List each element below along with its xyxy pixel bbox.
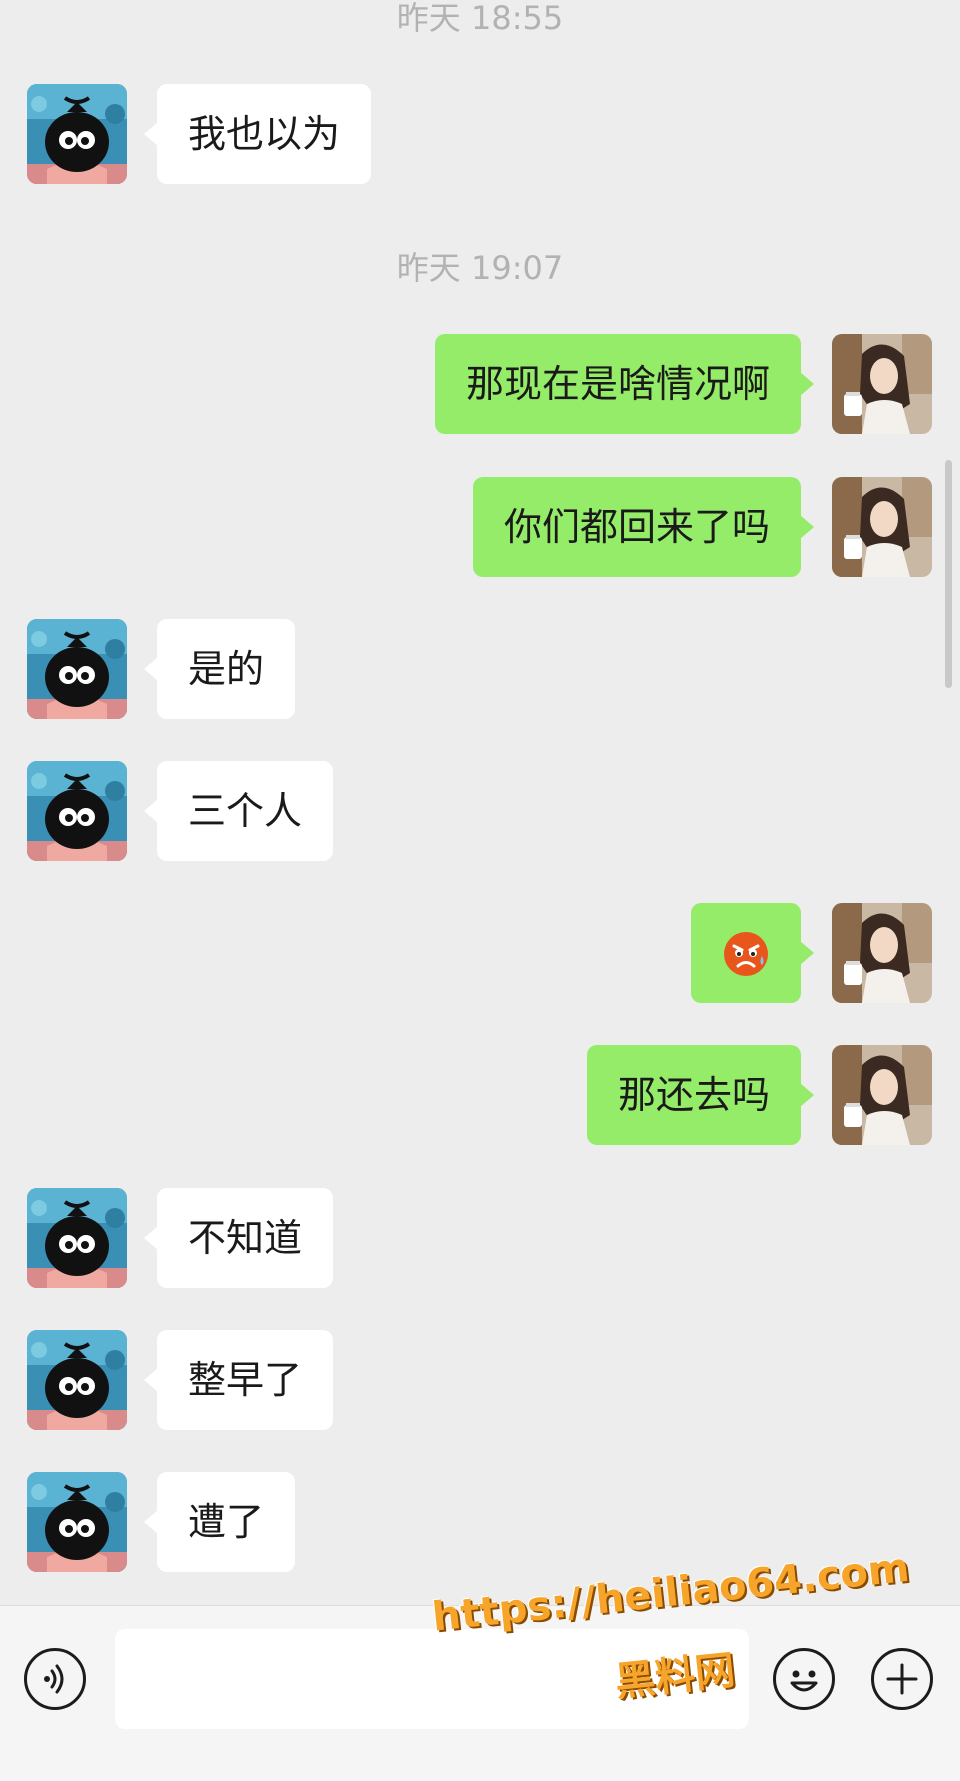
message-bubble-sent[interactable]: 那现在是啥情况啊	[434, 334, 815, 434]
timestamp: 昨天 19:07	[396, 249, 564, 287]
contact-avatar[interactable]	[27, 619, 127, 719]
contact-avatar[interactable]	[27, 1472, 127, 1572]
my-avatar[interactable]	[832, 477, 932, 577]
timestamp: 昨天 18:55	[396, 0, 564, 37]
scrollbar[interactable]	[945, 460, 952, 688]
contact-avatar[interactable]	[27, 1330, 127, 1430]
message-bubble-sent[interactable]: 那还去吗	[586, 1045, 815, 1145]
plus-icon[interactable]	[871, 1648, 933, 1710]
emoji-icon[interactable]	[773, 1648, 835, 1710]
my-avatar[interactable]	[832, 334, 932, 434]
my-avatar[interactable]	[832, 1045, 932, 1145]
message-bubble-sent-emoji[interactable]	[691, 903, 814, 1003]
message-bubble-received[interactable]: 三个人	[143, 761, 334, 861]
message-bubble-received[interactable]: 整早了	[143, 1330, 334, 1430]
message-bubble-received[interactable]: 是的	[143, 619, 296, 719]
message-bubble-received[interactable]: 不知道	[143, 1188, 334, 1288]
contact-avatar[interactable]	[27, 761, 127, 861]
message-bubble-received[interactable]: 遭了	[143, 1472, 296, 1572]
message-bubble-received[interactable]: 我也以为	[143, 84, 372, 184]
contact-avatar[interactable]	[27, 84, 127, 184]
message-bubble-sent[interactable]: 你们都回来了吗	[472, 477, 815, 577]
my-avatar[interactable]	[832, 903, 932, 1003]
contact-avatar[interactable]	[27, 1188, 127, 1288]
chat-area[interactable]: 昨天 18:55 我也以为 昨天 19:07 那现在是啥情况啊 你们都回来了吗 …	[0, 0, 960, 1605]
voice-icon[interactable]	[24, 1648, 86, 1710]
angry-sweat-emoji-icon	[724, 932, 768, 976]
